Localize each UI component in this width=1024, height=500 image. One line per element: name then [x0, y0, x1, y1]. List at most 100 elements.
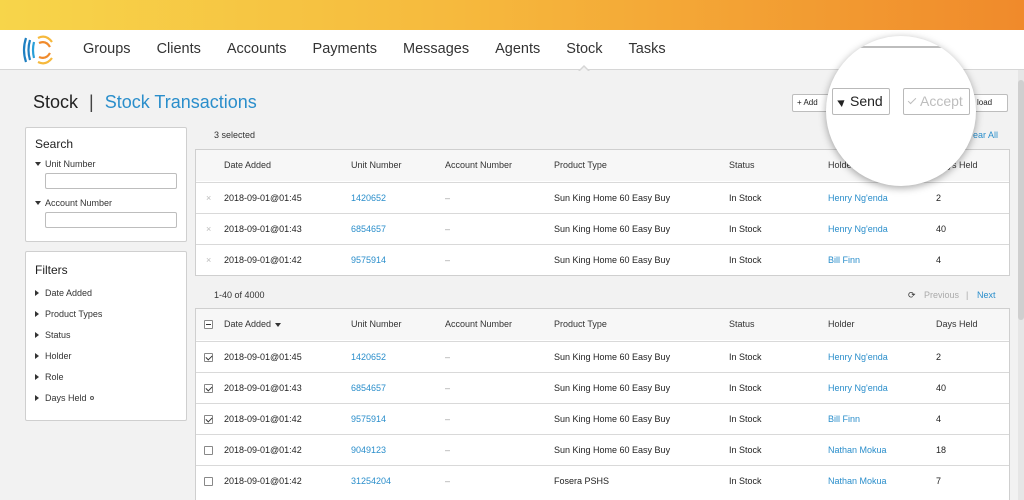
column-header-product-type[interactable]: Product Type	[554, 150, 607, 181]
page-scrollbar[interactable]	[1018, 70, 1024, 500]
table-row[interactable]: × 2018-09-01@01:43 6854657 – Sun King Home 6…	[196, 213, 1009, 244]
cell-date: 2018-09-01@01:43	[224, 224, 302, 234]
cell-holder[interactable]: Henry Ng'enda	[828, 342, 888, 373]
cell-unit[interactable]: 31254204	[351, 466, 391, 497]
download-button-label: load	[977, 98, 993, 107]
column-header-holder[interactable]: Holder	[828, 309, 855, 340]
page-title-sub[interactable]: Stock Transactions	[105, 92, 257, 113]
table-row[interactable]: 2018-09-01@01:42 9575914 – Sun King Home 60…	[196, 403, 1009, 434]
column-header-account-number[interactable]: Account Number	[445, 150, 512, 181]
scrollbar-thumb[interactable]	[1018, 80, 1024, 320]
cell-days: 4	[936, 255, 942, 265]
account-number-label[interactable]: Account Number	[35, 198, 112, 208]
download-button[interactable]: load	[972, 94, 1008, 112]
cell-holder[interactable]: Nathan Mokua	[828, 435, 887, 466]
row-checkbox[interactable]	[204, 446, 213, 455]
clear-all-link[interactable]: ear All	[973, 130, 998, 140]
title-separator: |	[89, 92, 94, 112]
send-button[interactable]: Send	[832, 88, 890, 115]
cell-unit[interactable]: 9575914	[351, 404, 386, 435]
cell-days: 40	[936, 224, 947, 234]
filters-title: Filters	[35, 263, 68, 277]
filter-item-holder[interactable]: Holder	[35, 351, 72, 361]
cell-account: –	[445, 476, 451, 486]
column-header-account-number[interactable]: Account Number	[445, 309, 512, 340]
table-row[interactable]: 2018-09-01@01:42 9049123 – Sun King Home 60…	[196, 434, 1009, 465]
nav-item-payments[interactable]: Payments	[300, 30, 390, 70]
column-header-label: Account Number	[445, 160, 513, 170]
cell-date: 2018-09-01@01:42	[224, 476, 302, 486]
row-checkbox[interactable]	[204, 477, 213, 486]
sort-desc-icon	[275, 322, 282, 327]
pagination-range: 1-40 of 4000	[214, 290, 265, 300]
brand-top-bar	[0, 0, 1024, 30]
filter-item-label: Date Added	[45, 288, 93, 298]
column-header-date-added[interactable]: Date Added	[224, 150, 271, 181]
cell-product: Fosera PSHS	[554, 476, 610, 486]
cell-holder[interactable]: Henry Ng'enda	[828, 373, 888, 404]
cell-holder[interactable]: Nathan Mokua	[828, 466, 887, 497]
column-header-status[interactable]: Status	[729, 150, 755, 181]
filter-item-date-added[interactable]: Date Added	[35, 288, 92, 298]
column-header-status[interactable]: Status	[729, 309, 755, 340]
caret-down-icon	[35, 162, 41, 166]
cell-holder[interactable]: Bill Finn	[828, 404, 860, 435]
table-row[interactable]: 2018-09-01@01:42 31254204 – Fosera PSHS In S…	[196, 465, 1009, 496]
filter-item-status[interactable]: Status	[35, 330, 71, 340]
table-row[interactable]: 2018-09-01@01:45 1420652 – Sun King Home 60…	[196, 341, 1009, 372]
caret-right-icon	[35, 290, 39, 296]
nav-item-agents[interactable]: Agents	[482, 30, 553, 70]
remove-icon[interactable]: ×	[206, 183, 211, 214]
add-button[interactable]: + Add	[792, 94, 830, 112]
refresh-icon[interactable]: ⟳	[908, 290, 916, 301]
filter-item-product-types[interactable]: Product Types	[35, 309, 102, 319]
nav-item-accounts[interactable]: Accounts	[214, 30, 300, 70]
filter-item-role[interactable]: Role	[35, 372, 64, 382]
nav-item-groups[interactable]: Groups	[70, 30, 144, 70]
column-header-label: Date Added	[224, 319, 272, 329]
previous-link[interactable]: Previous	[924, 290, 959, 300]
cell-unit[interactable]: 9049123	[351, 435, 386, 466]
cell-holder[interactable]: Henry Ng'enda	[828, 214, 888, 245]
table-row[interactable]: 2018-09-01@01:43 6854657 – Sun King Home 60…	[196, 372, 1009, 403]
nav-item-stock[interactable]: Stock	[553, 30, 615, 72]
cell-unit[interactable]: 9575914	[351, 245, 386, 276]
select-all-checkbox[interactable]	[204, 320, 213, 329]
table-row[interactable]: × 2018-09-01@01:45 1420652 – Sun King Home 6…	[196, 182, 1009, 213]
accept-button[interactable]: Accept	[903, 88, 970, 115]
cell-unit[interactable]: 6854657	[351, 373, 386, 404]
table-row[interactable]: × 2018-09-01@01:42 9575914 – Sun King Home 6…	[196, 244, 1009, 275]
column-header-unit-number[interactable]: Unit Number	[351, 309, 402, 340]
nav-item-messages[interactable]: Messages	[390, 30, 482, 70]
column-header-unit-number[interactable]: Unit Number	[351, 150, 402, 181]
cell-unit[interactable]: 6854657	[351, 214, 386, 245]
column-header-date-added[interactable]: Date Added	[224, 309, 282, 340]
remove-icon[interactable]: ×	[206, 245, 211, 276]
column-header-label: Account Number	[445, 319, 513, 329]
row-checkbox[interactable]	[204, 415, 213, 424]
cell-holder[interactable]: Henry Ng'enda	[828, 183, 888, 214]
cell-product: Sun King Home 60 Easy Buy	[554, 414, 671, 424]
row-checkbox[interactable]	[204, 353, 213, 362]
cell-product: Sun King Home 60 Easy Buy	[554, 193, 671, 203]
column-header-days-held[interactable]: Days Held	[936, 309, 978, 340]
check-icon	[907, 95, 917, 105]
cell-account: –	[445, 255, 451, 265]
column-header-product-type[interactable]: Product Type	[554, 309, 607, 340]
cell-holder[interactable]: Bill Finn	[828, 245, 860, 276]
nav-item-clients[interactable]: Clients	[144, 30, 214, 70]
next-link[interactable]: Next	[977, 290, 996, 300]
caret-right-icon	[35, 311, 39, 317]
cell-unit[interactable]: 1420652	[351, 342, 386, 373]
unit-number-label[interactable]: Unit Number	[35, 159, 96, 169]
row-checkbox[interactable]	[204, 384, 213, 393]
unit-number-input[interactable]	[45, 173, 177, 189]
account-number-input[interactable]	[45, 212, 177, 228]
column-header-label: Holder	[828, 319, 855, 329]
filter-item-days-held[interactable]: Days Held	[35, 393, 94, 403]
cell-unit[interactable]: 1420652	[351, 183, 386, 214]
nav-item-tasks[interactable]: Tasks	[616, 30, 679, 70]
cell-date: 2018-09-01@01:42	[224, 414, 302, 424]
sun-king-logo[interactable]	[20, 32, 58, 68]
remove-icon[interactable]: ×	[206, 214, 211, 245]
